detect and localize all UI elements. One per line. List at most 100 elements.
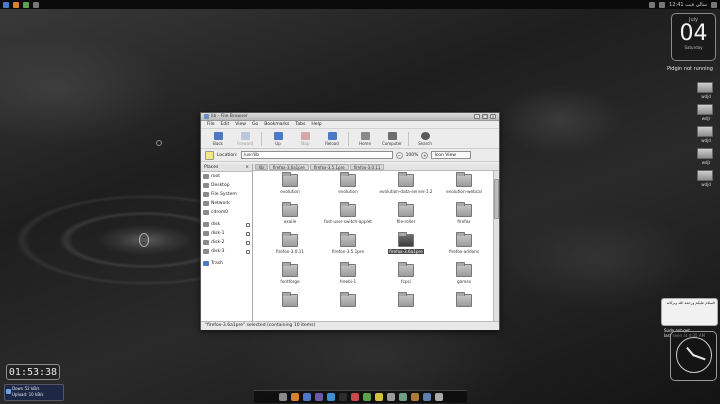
folder-item[interactable]: firefox-3.0.11 <box>261 232 319 264</box>
folder-item[interactable] <box>319 292 377 324</box>
sidebar-place-item[interactable]: disk-1 <box>201 229 252 238</box>
terminal-dock-icon[interactable] <box>338 393 347 401</box>
window-titlebar[interactable]: lib - File Browser – □ × <box>201 113 499 121</box>
location-input[interactable]: /usr/lib <box>240 151 393 159</box>
vertical-scrollbar[interactable] <box>493 171 499 324</box>
folder-item[interactable] <box>377 292 435 324</box>
folder-item[interactable]: fast-user-switch-applet <box>319 202 377 234</box>
folder-item[interactable]: firefox-3.5.1pre <box>319 232 377 264</box>
panel-clock-text[interactable]: سالی فیت 12:41 <box>669 2 707 8</box>
drive-icon[interactable] <box>697 104 713 115</box>
firefox-launcher-icon[interactable] <box>13 1 19 8</box>
toolbar: Back Forward Up Stop Reload Home Compute… <box>201 129 499 149</box>
zoom-out-button[interactable]: − <box>395 151 403 159</box>
sidebar-place-item[interactable]: File System <box>201 190 252 199</box>
folder-item[interactable]: games <box>435 262 493 294</box>
computer-button[interactable]: Computer <box>379 131 405 146</box>
eject-icon[interactable] <box>246 240 250 245</box>
back-button[interactable]: Back <box>205 131 231 146</box>
drive-icon[interactable] <box>697 126 713 137</box>
folder-item[interactable]: firefox-3.6a1pre <box>377 232 435 264</box>
maximize-button[interactable]: □ <box>482 114 488 119</box>
network-icon[interactable] <box>659 1 666 8</box>
sidebar-place-item[interactable]: root <box>201 172 252 181</box>
mail-dock-icon[interactable] <box>422 393 431 401</box>
browser-dock-icon[interactable] <box>326 393 335 401</box>
menu-go[interactable]: Go <box>252 122 258 127</box>
volume-icon[interactable] <box>649 1 656 8</box>
places-header[interactable]: Places × <box>201 164 252 172</box>
pidgin-dock-icon[interactable] <box>302 393 311 401</box>
folder-icon <box>398 292 414 307</box>
sidebar-place-item[interactable]: Network <box>201 199 252 208</box>
forward-button[interactable]: Forward <box>232 131 258 146</box>
folder-icon <box>456 232 472 247</box>
applications-menu-icon[interactable] <box>3 1 9 8</box>
archive-dock-icon[interactable] <box>410 393 419 401</box>
folder-item[interactable]: evolution-data-server-1.2 <box>377 172 435 204</box>
folder-item[interactable] <box>261 292 319 324</box>
files-dock-icon[interactable] <box>374 393 383 401</box>
folder-item[interactable]: evolution <box>261 172 319 204</box>
path-crumb-button[interactable]: firefox-3.6a1pre <box>268 164 309 170</box>
sidebar-place-item[interactable]: Desktop <box>201 181 252 190</box>
stop-button[interactable]: Stop <box>292 131 318 146</box>
menu-view[interactable]: View <box>235 122 246 127</box>
places-menu-icon[interactable] <box>33 1 39 8</box>
menu-tabs[interactable]: Tabs <box>295 122 305 127</box>
reload-button[interactable]: Reload <box>319 131 345 146</box>
eject-icon[interactable] <box>246 222 250 227</box>
settings-dock-icon[interactable] <box>386 393 395 401</box>
folder-item[interactable]: file-roller <box>377 202 435 234</box>
minimize-button[interactable]: – <box>474 114 480 119</box>
folder-item[interactable]: fcpsi <box>377 262 435 294</box>
raindrop-decoration <box>156 140 162 146</box>
media-player-dock-icon[interactable] <box>314 393 323 401</box>
sidebar-place-item[interactable]: disk-2 <box>201 238 252 247</box>
chat-dock-icon[interactable] <box>362 393 371 401</box>
path-crumb-button[interactable]: lib <box>255 164 268 170</box>
scrollbar-thumb[interactable] <box>494 179 499 219</box>
folder-label: firefox-3.5.1pre <box>331 249 365 254</box>
menu-help[interactable]: Help <box>311 122 321 127</box>
editor-dock-icon[interactable] <box>398 393 407 401</box>
folder-item[interactable]: evolution-webcal <box>435 172 493 204</box>
folder-item[interactable]: firefox-addons <box>435 232 493 264</box>
eject-icon[interactable] <box>246 249 250 254</box>
sidebar-place-item[interactable]: Trash <box>201 259 252 268</box>
path-crumb-button[interactable]: firefox-3.5.1pre <box>309 164 349 170</box>
close-button[interactable]: × <box>490 114 496 119</box>
music-dock-icon[interactable] <box>350 393 359 401</box>
sidebar-place-item[interactable]: disk <box>201 220 252 229</box>
drive-icon[interactable] <box>697 82 713 93</box>
trash-dock-icon[interactable] <box>278 393 287 401</box>
drive-icon[interactable] <box>697 170 713 181</box>
menu-file[interactable]: File <box>207 122 215 127</box>
sidebar-place-item[interactable]: disk-3 <box>201 247 252 256</box>
path-crumb-button[interactable]: firefox-3.0.11 <box>349 164 385 170</box>
chat-notification[interactable]: السلام عليكم ورحمة الله وبركاته <box>661 298 718 326</box>
disk-dock-icon[interactable] <box>434 393 443 401</box>
folder-item[interactable]: freebi-1 <box>319 262 377 294</box>
terminal-launcher-icon[interactable] <box>23 1 29 8</box>
folder-item[interactable] <box>435 292 493 324</box>
drive-icon[interactable] <box>697 148 713 159</box>
home-button[interactable]: Home <box>352 131 378 146</box>
menu-bookmarks[interactable]: Bookmarks <box>264 122 289 127</box>
close-sidebar-icon[interactable]: × <box>245 164 249 171</box>
sidebar-place-item[interactable]: cdrom0 <box>201 208 252 217</box>
menu-edit[interactable]: Edit <box>221 122 230 127</box>
eject-icon[interactable] <box>246 231 250 236</box>
firefox-dock-icon[interactable] <box>290 393 299 401</box>
up-button[interactable]: Up <box>265 131 291 146</box>
file-browser-window: lib - File Browser – □ × File Edit View … <box>200 112 500 330</box>
view-mode-select[interactable]: Icon View <box>431 151 472 159</box>
power-icon[interactable] <box>711 1 717 8</box>
location-toggle-button[interactable] <box>205 150 214 160</box>
search-button[interactable]: Search <box>412 131 438 146</box>
folder-item[interactable]: exaile <box>261 202 319 234</box>
folder-item[interactable]: fontforge <box>261 262 319 294</box>
folder-item[interactable]: firefox <box>435 202 493 234</box>
folder-item[interactable]: evolution <box>319 172 377 204</box>
zoom-in-button[interactable]: + <box>421 151 429 159</box>
